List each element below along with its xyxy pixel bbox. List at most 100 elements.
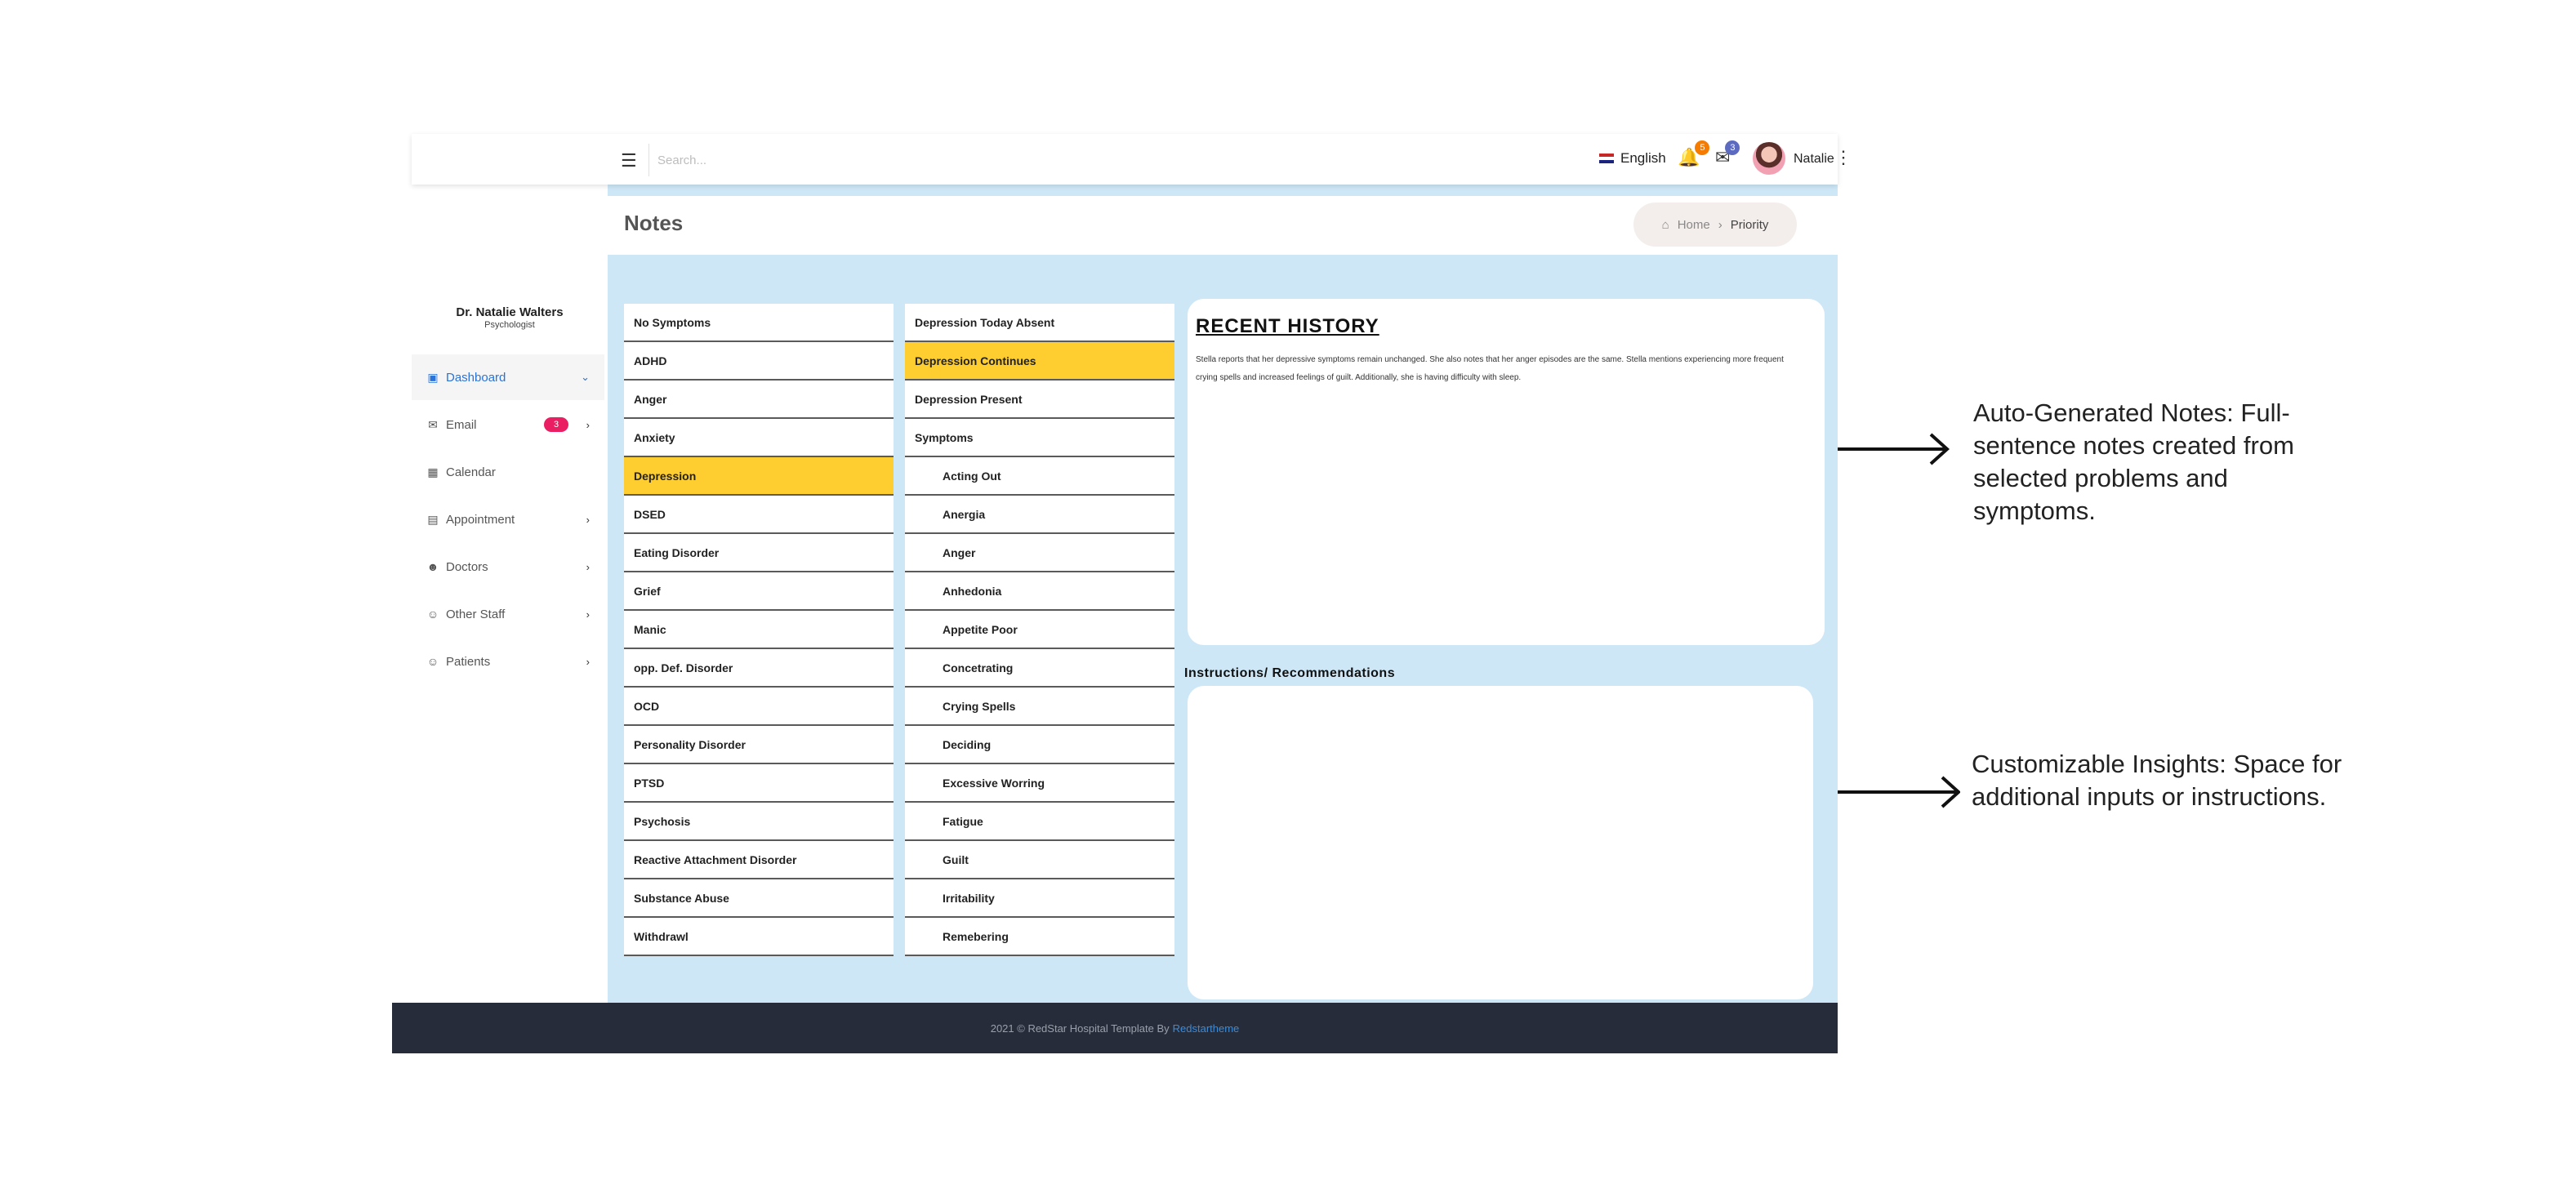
annotation-arrow-2 [1838, 776, 1960, 808]
symptom-row[interactable]: Excessive Worring [905, 764, 1174, 803]
symptom-row-label: Deciding [943, 737, 992, 751]
messages-badge: 3 [1725, 140, 1740, 155]
symptom-row[interactable]: Remebering [905, 918, 1174, 956]
symptom-row-label: Irritability [943, 891, 995, 905]
problem-row[interactable]: DSED [624, 496, 894, 534]
sidebar-item-appointment[interactable]: ▤ Appointment › [412, 496, 604, 542]
sidebar: Dr. Natalie Walters Psychologist ▣ Dashb… [412, 185, 608, 1053]
problem-row[interactable]: opp. Def. Disorder [624, 649, 894, 688]
sidebar-item-label: Appointment [446, 512, 515, 527]
page-title: Notes [624, 211, 684, 235]
problems-list: No Symptoms ADHD Anger Anxiety Depression DSE… [624, 304, 894, 956]
symptom-row[interactable]: Depression Present [905, 381, 1174, 419]
notifications-button[interactable]: 🔔 5 [1678, 140, 1710, 168]
user-icon: ☻ [426, 560, 439, 573]
footer-link[interactable]: Redstartheme [1173, 1022, 1240, 1035]
problem-row-label: Anxiety [634, 430, 675, 444]
symptom-row-label: Depression Today Absent [915, 315, 1055, 329]
problem-row[interactable]: Reactive Attachment Disorder [624, 841, 894, 879]
chevron-right-icon: › [586, 418, 590, 431]
problem-row[interactable]: No Symptoms [624, 304, 894, 342]
problem-row-label: DSED [634, 507, 666, 521]
sidebar-item-patients[interactable]: ☺ Patients › [412, 639, 604, 684]
symptom-row[interactable]: Guilt [905, 841, 1174, 879]
symptom-row[interactable]: Irritability [905, 879, 1174, 918]
chevron-down-icon: ⌄ [581, 371, 590, 383]
problem-row[interactable]: Grief [624, 572, 894, 611]
problem-row[interactable]: Depression [624, 457, 894, 496]
annotation-custom-insights: Customizable Insights: Space for additio… [1972, 750, 2342, 811]
breadcrumb-home[interactable]: Home [1678, 218, 1710, 232]
instructions-input[interactable] [1188, 686, 1813, 999]
symptom-row[interactable]: Depression Continues [905, 342, 1174, 381]
sidebar-item-label: Other Staff [446, 607, 506, 621]
avatar[interactable] [1753, 142, 1785, 175]
hamburger-icon[interactable]: ☰ [621, 150, 637, 171]
smile-icon: ☺ [426, 655, 439, 668]
language-label: English [1620, 150, 1666, 166]
problem-row-label: Personality Disorder [634, 737, 746, 751]
symptom-row-label: Excessive Worring [943, 776, 1045, 790]
symptom-row-label: Anhedonia [943, 584, 1002, 598]
symptoms-list: Depression Today Absent Depression Contin… [905, 304, 1174, 956]
symptom-row[interactable]: Anger [905, 534, 1174, 572]
problem-row[interactable]: Withdrawl [624, 918, 894, 956]
symptom-row[interactable]: Fatigue [905, 803, 1174, 841]
sidebar-item-calendar[interactable]: ▦ Calendar [412, 449, 604, 495]
users-icon: ☺ [426, 608, 439, 621]
language-selector[interactable]: English [1599, 150, 1666, 167]
problem-row[interactable]: Psychosis [624, 803, 894, 841]
symptom-row-label: Anger [943, 545, 976, 559]
problem-row[interactable]: OCD [624, 688, 894, 726]
symptom-row[interactable]: Concetrating [905, 649, 1174, 688]
problem-row-label: PTSD [634, 776, 665, 790]
messages-button[interactable]: ✉ 3 [1715, 140, 1740, 168]
problem-row-label: OCD [634, 699, 660, 713]
problem-row[interactable]: ADHD [624, 342, 894, 381]
symptom-row-label: Fatigue [943, 814, 983, 828]
symptom-row[interactable]: Symptoms [905, 419, 1174, 457]
problem-row[interactable]: Personality Disorder [624, 726, 894, 764]
problem-row-label: Depression [634, 469, 697, 483]
symptom-row-label: Crying Spells [943, 699, 1016, 713]
problem-row-label: Manic [634, 622, 666, 636]
problem-row-label: Eating Disorder [634, 545, 720, 559]
footer: 2021 © RedStar Hospital Template By Reds… [392, 1003, 1838, 1053]
symptom-row[interactable]: Anhedonia [905, 572, 1174, 611]
notifications-badge: 5 [1695, 140, 1710, 155]
user-name[interactable]: Natalie [1794, 152, 1834, 167]
symptom-row[interactable]: Crying Spells [905, 688, 1174, 726]
problem-row[interactable]: Eating Disorder [624, 534, 894, 572]
breadcrumb-current: Priority [1730, 217, 1769, 232]
sidebar-item-other-staff[interactable]: ☺ Other Staff › [412, 591, 604, 637]
sidebar-item-doctors[interactable]: ☻ Doctors › [412, 544, 604, 590]
problem-row[interactable]: Anxiety [624, 419, 894, 457]
symptom-row-label: Concetrating [943, 661, 1014, 674]
annotation-auto-notes: Auto-Generated Notes: Full-sentence note… [1973, 398, 2294, 525]
problem-row[interactable]: Anger [624, 381, 894, 419]
symptom-row-label: Depression Continues [915, 354, 1036, 367]
monitor-icon: ▣ [427, 370, 439, 384]
symptom-row[interactable]: Appetite Poor [905, 611, 1174, 649]
problem-row[interactable]: PTSD [624, 764, 894, 803]
sidebar-item-label: Doctors [446, 559, 488, 574]
symptom-row[interactable]: Anergia [905, 496, 1174, 534]
doctor-role: Psychologist [484, 320, 535, 330]
symptom-row[interactable]: Depression Today Absent [905, 304, 1174, 342]
problem-row[interactable]: Manic [624, 611, 894, 649]
sidebar-item-label: Calendar [446, 465, 496, 479]
problem-row-label: Grief [634, 584, 661, 598]
email-count-badge: 3 [544, 417, 568, 432]
chevron-right-icon: › [586, 513, 590, 526]
problem-row[interactable]: Substance Abuse [624, 879, 894, 918]
more-vertical-icon[interactable]: ⋮ [1834, 147, 1852, 168]
sidebar-item-label: Patients [446, 654, 491, 669]
search-input[interactable] [648, 144, 1149, 176]
sidebar-item-label: Dashboard [446, 370, 506, 385]
symptom-row-label: Guilt [943, 852, 969, 866]
sidebar-item-email[interactable]: ✉ Email 3 › [412, 402, 604, 447]
symptom-row[interactable]: Acting Out [905, 457, 1174, 496]
page-header: Notes ⌂ Home › Priority [608, 196, 1838, 255]
sidebar-item-dashboard[interactable]: ▣ Dashboard ⌄ [412, 354, 604, 400]
symptom-row[interactable]: Deciding [905, 726, 1174, 764]
